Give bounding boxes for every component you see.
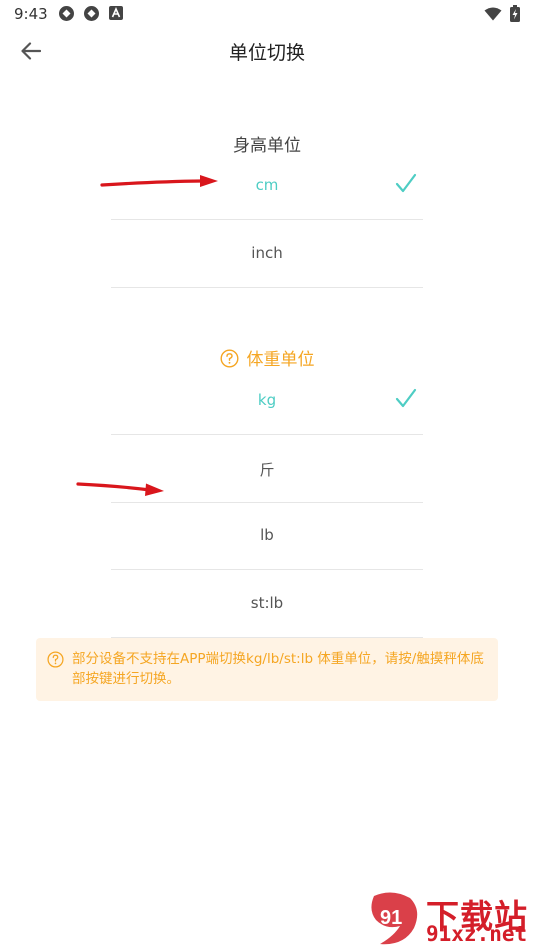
status-bar: 9:43 [0,0,534,28]
watermark: 91 下载站 91xz.net [364,888,534,950]
option-label: lb [260,526,274,544]
option-label: inch [251,244,283,262]
wifi-icon [484,6,502,25]
watermark-logo-text: 91 [380,907,402,929]
help-icon [219,348,239,368]
option-st-lb[interactable]: st:lb [111,570,423,638]
sync-icon [58,5,75,22]
option-label: 斤 [259,461,275,479]
annotation-arrow-icon [100,175,218,187]
annotation-arrow-icon [76,482,164,496]
status-time: 9:43 [14,5,48,23]
option-kg[interactable]: kg [111,367,423,435]
watermark-logo-icon: 91 [371,892,418,945]
battery-charging-icon [510,5,520,26]
check-icon [395,173,417,193]
option-lb[interactable]: lb [111,502,423,570]
notice-banner: 部分设备不支持在APP端切换kg/lb/st:lb 体重单位，请按/触摸秤体底部… [36,638,498,701]
page-title: 单位切换 [228,42,305,64]
font-a-icon [109,5,126,22]
option-label: kg [257,391,277,409]
app-bar: 单位切换 [0,28,534,74]
watermark-url: 91xz.net [426,922,528,946]
option-label: st:lb [250,594,284,612]
check-icon [395,388,417,408]
notice-text: 部分设备不支持在APP端切换kg/lb/st:lb 体重单位，请按/触摸秤体底部… [72,651,484,687]
help-icon [47,651,64,668]
status-right [484,5,520,26]
sync-icon [83,5,100,22]
option-inch[interactable]: inch [111,220,423,288]
